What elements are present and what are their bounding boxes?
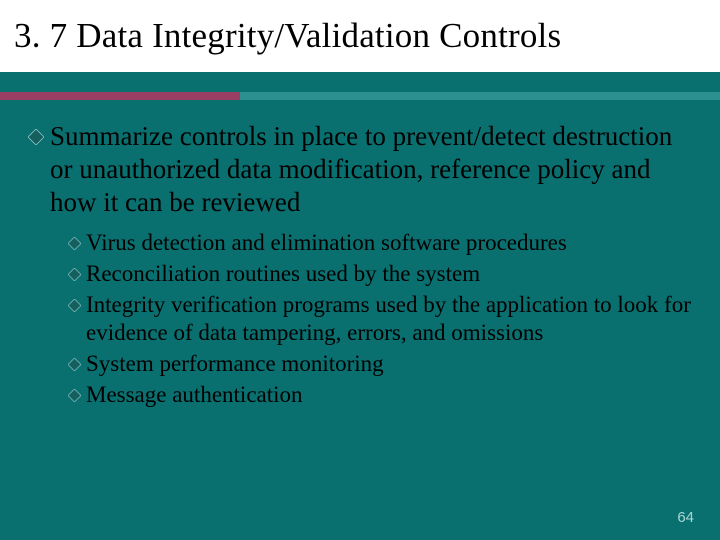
diamond-bullet-icon <box>68 268 81 286</box>
diamond-bullet-icon <box>68 237 81 255</box>
bullet-level2-text: Message authentication <box>86 381 303 409</box>
page-number: 64 <box>677 509 694 526</box>
bullet-level2: System performance monitoring <box>68 350 692 378</box>
bullet-level2-text: System performance monitoring <box>86 350 384 378</box>
bullet-level2-text: Reconciliation routines used by the syst… <box>86 260 480 288</box>
divider-left <box>0 92 240 100</box>
diamond-bullet-icon <box>68 389 81 407</box>
bullet-level2: Message authentication <box>68 381 692 409</box>
diamond-bullet-icon <box>68 358 81 376</box>
bullet-level1-text: Summarize controls in place to prevent/d… <box>50 120 692 219</box>
bullet-level2-text: Virus detection and elimination software… <box>86 229 567 257</box>
bullet-level1: Summarize controls in place to prevent/d… <box>28 120 692 219</box>
bullet-level2: Virus detection and elimination software… <box>68 229 692 257</box>
bullet-level2: Reconciliation routines used by the syst… <box>68 260 692 288</box>
bullet-level2: Integrity verification programs used by … <box>68 291 692 347</box>
diamond-bullet-icon <box>68 299 81 317</box>
divider-right <box>240 92 720 100</box>
slide-title: 3. 7 Data Integrity/Validation Controls <box>14 16 561 56</box>
content-area: Summarize controls in place to prevent/d… <box>0 100 720 409</box>
title-bar: 3. 7 Data Integrity/Validation Controls <box>0 0 720 72</box>
bullet-level2-text: Integrity verification programs used by … <box>86 291 692 347</box>
diamond-bullet-icon <box>28 129 44 150</box>
divider-rule <box>0 92 720 100</box>
sub-bullet-list: Virus detection and elimination software… <box>28 229 692 409</box>
